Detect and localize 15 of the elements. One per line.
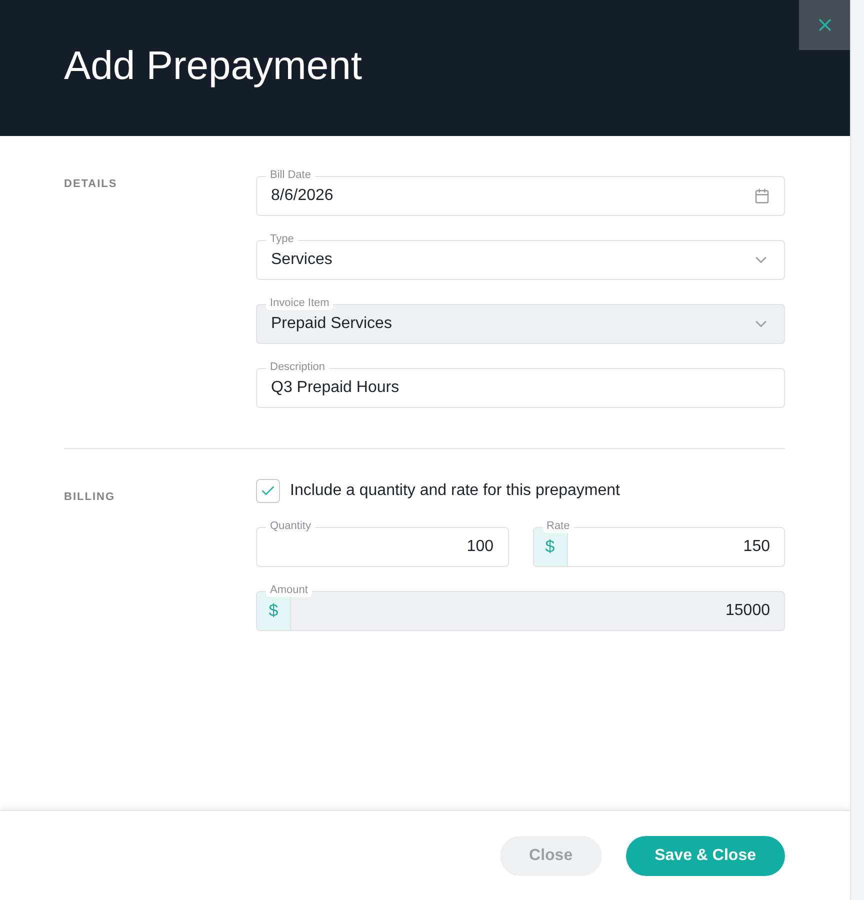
- section-label: DETAILS: [64, 177, 118, 192]
- field-label: Rate: [542, 519, 574, 533]
- field-label: Type: [266, 232, 298, 246]
- calendar-icon[interactable]: [754, 188, 770, 204]
- checkbox-label: Include a quantity and rate for this prepayment: [290, 482, 620, 500]
- dialog-title: Add Prepayment: [64, 44, 362, 89]
- section-label: BILLING: [64, 490, 116, 505]
- checkbox[interactable]: [256, 479, 280, 503]
- field-label: Amount: [266, 583, 312, 597]
- field-label: Quantity: [266, 519, 315, 533]
- field-label: Description: [266, 360, 330, 374]
- field-label: Invoice Item: [266, 296, 334, 310]
- currency-prefix: $: [534, 528, 568, 566]
- close-icon[interactable]: [799, 0, 850, 50]
- currency-prefix: $: [257, 592, 291, 630]
